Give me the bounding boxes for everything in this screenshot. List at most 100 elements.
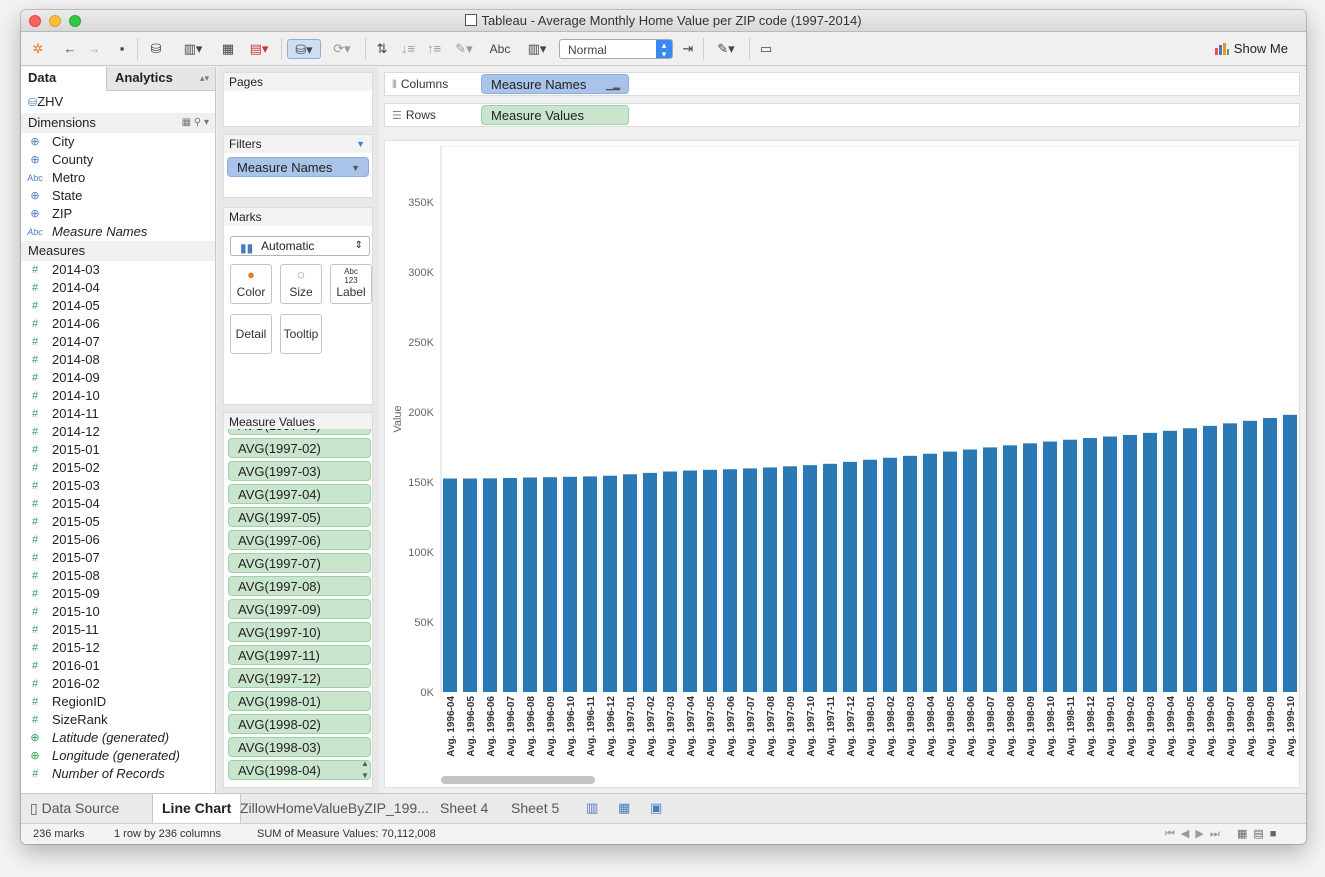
bar[interactable] [723,469,737,692]
sheet-tab[interactable]: Line Chart [152,794,242,823]
bar[interactable] [763,467,777,692]
presentation-mode-icon[interactable]: ▭ [755,39,777,59]
measure-item[interactable]: #2015-06 [21,531,215,549]
minimize-window-button[interactable] [49,15,61,27]
measure-item[interactable]: #2014-05 [21,297,215,315]
bar[interactable] [1163,430,1177,692]
measure-item[interactable]: # Number of Records [21,765,215,783]
measure-item[interactable]: #2015-10 [21,603,215,621]
bar[interactable] [663,471,677,693]
datasource-item[interactable]: ⛁ZHV [21,91,215,113]
tab-analytics[interactable]: Analytics ▴▾ [107,67,215,91]
measure-value-pill[interactable]: AVG(1997-03) [228,461,371,481]
bar[interactable] [1223,423,1237,692]
mark-type-select[interactable]: ▮▮ Automatic ⇕ [230,236,370,256]
view-mode-icon[interactable]: ▦▤■ [1237,824,1282,844]
save-icon[interactable]: ▪ [111,39,133,59]
bar[interactable] [863,459,877,692]
measure-value-pill[interactable]: AVG(1997-09) [228,599,371,619]
zoom-window-button[interactable] [69,15,81,27]
dimension-item[interactable]: ⊕ County [21,151,215,169]
tab-data-source[interactable]: ▯ Data Source [21,794,149,823]
tab-data[interactable]: Data [21,67,107,91]
bar[interactable] [983,447,997,692]
bar[interactable] [903,455,917,692]
measure-item[interactable]: #2015-04 [21,495,215,513]
dimension-item[interactable]: ⊕ State [21,187,215,205]
measure-item[interactable]: #2014-09 [21,369,215,387]
measure-value-pill[interactable]: AVG(1997-10) [228,622,371,642]
bar[interactable] [503,477,517,692]
bar-chart[interactable]: 0K 50K 100K 150K 200K 250K 300K 350K Value Avg. 1… [385,141,1299,787]
clear-sheet-icon[interactable]: ▤▾ [243,39,275,59]
bar[interactable] [523,477,537,692]
chevron-down-icon[interactable]: ▼ [356,135,365,153]
bar[interactable] [1123,434,1137,692]
label-button[interactable]: Abc 123 Label [330,264,372,304]
duplicate-sheet-icon[interactable]: ▦ [217,39,239,59]
columns-shelf[interactable]: ⦀ Columns Measure Names ▁▂ [384,72,1300,96]
measure-item[interactable]: #2015-02 [21,459,215,477]
new-dashboard-icon[interactable]: ▦ [609,794,639,823]
measure-value-pill[interactable]: AVG(1997-01) [228,429,371,435]
tooltip-button[interactable]: Tooltip [280,314,322,354]
color-button[interactable]: ● Color [230,264,272,304]
measure-item[interactable]: #2015-09 [21,585,215,603]
bar[interactable] [1063,439,1077,692]
measure-item[interactable]: #2015-01 [21,441,215,459]
redo-icon[interactable]: → [83,39,105,59]
measure-item[interactable]: #2015-11 [21,621,215,639]
measure-item[interactable]: #2014-03 [21,261,215,279]
measure-value-pill[interactable]: AVG(1997-05) [228,507,371,527]
bar[interactable] [1023,443,1037,692]
bar[interactable] [943,451,957,692]
measure-item[interactable]: #2014-10 [21,387,215,405]
dimension-item[interactable]: Abc Metro [21,169,215,187]
show-me-button[interactable]: Show Me [1214,39,1288,59]
bar[interactable] [603,475,617,692]
bar[interactable] [643,472,657,692]
rows-shelf[interactable]: ☰ Rows Measure Values [384,103,1300,127]
swap-icon[interactable]: ⇅ [371,39,393,59]
bar[interactable] [1143,432,1157,692]
bar[interactable] [1283,414,1297,692]
refresh-icon[interactable]: ⟳▾ [327,39,357,59]
measure-value-pill[interactable]: AVG(1997-12) [228,668,371,688]
bar[interactable] [1243,420,1257,692]
undo-icon[interactable]: ← [59,39,81,59]
measure-value-pill[interactable]: AVG(1998-01) [228,691,371,711]
bar[interactable] [923,453,937,692]
bar[interactable] [443,478,457,693]
new-datasource-icon[interactable]: ⛁ [145,39,167,59]
sheet-navigation-icon[interactable]: ⏮◀▶⏭ [1165,824,1226,844]
measure-value-pill[interactable]: AVG(1998-04) [228,760,371,780]
bar[interactable] [1183,428,1197,692]
measure-item[interactable]: #2014-08 [21,351,215,369]
size-button[interactable]: ◌ Size [280,264,322,304]
bar[interactable] [683,470,697,692]
bar[interactable] [483,478,497,692]
tableau-logo-icon[interactable]: ✲ [27,39,49,59]
measure-item[interactable]: #2015-03 [21,477,215,495]
measure-value-pill[interactable]: AVG(1998-02) [228,714,371,734]
horizontal-scrollbar[interactable] [441,776,595,784]
dimension-item[interactable]: ⊕ ZIP [21,205,215,223]
measure-item[interactable]: #2014-06 [21,315,215,333]
dimension-item[interactable]: ⊕ City [21,133,215,151]
filter-pill-measure-names[interactable]: Measure Names ▼ [227,157,369,177]
measure-item[interactable]: #2016-01 [21,657,215,675]
fix-axes-icon[interactable]: ⇥ [677,39,699,59]
bar[interactable] [623,474,637,692]
sheet-tab[interactable]: Sheet 4 [431,794,497,823]
measure-item[interactable]: #2015-08 [21,567,215,585]
measure-item[interactable]: ⊕ Longitude (generated) [21,747,215,765]
pause-updates-icon[interactable]: ⛁▾ [287,39,321,59]
bar[interactable] [543,477,557,692]
measure-item[interactable]: # RegionID [21,693,215,711]
measure-item[interactable]: #2014-12 [21,423,215,441]
measure-value-pill[interactable]: AVG(1997-08) [228,576,371,596]
detail-button[interactable]: Detail [230,314,272,354]
bar[interactable] [783,466,797,692]
measure-item[interactable]: #2014-07 [21,333,215,351]
new-worksheet-icon[interactable]: ▥▾ [177,39,209,59]
